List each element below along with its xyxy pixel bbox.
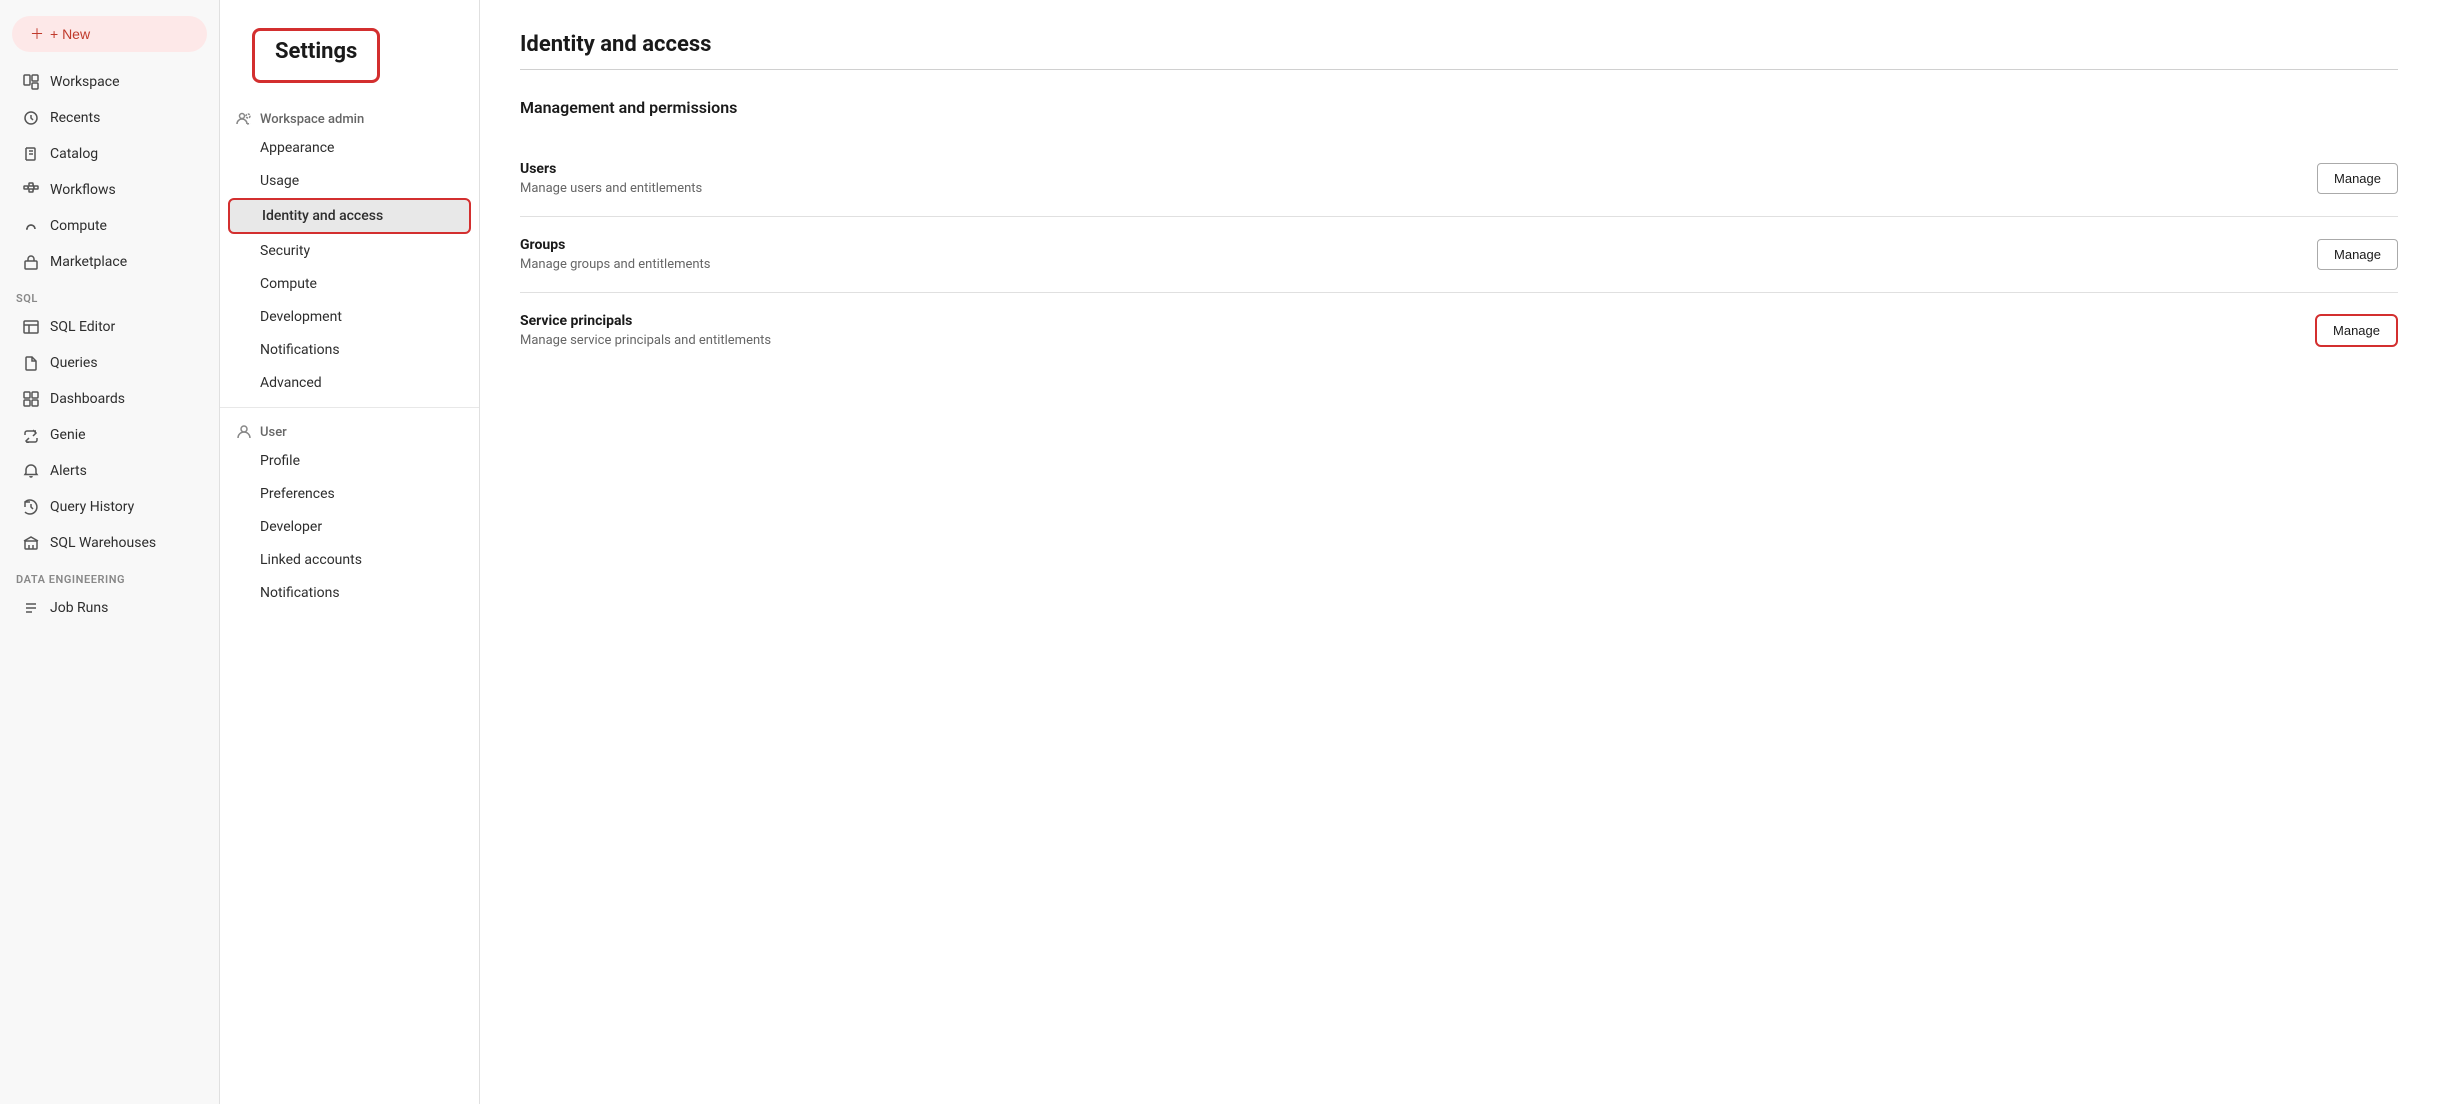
workspace-admin-header: Workspace admin [220,103,479,131]
user-icon [236,424,252,440]
service-principals-manage-button[interactable]: Manage [2315,314,2398,347]
new-button[interactable]: ＋ + New [12,16,207,52]
settings-panel: Settings Workspace admin Appearance Usag… [220,0,480,1104]
settings-nav-compute[interactable]: Compute [228,268,471,300]
doc-icon [22,354,40,372]
users-name: Users [520,161,702,177]
sidebar: ＋ + New Workspace Recents [0,0,220,1104]
groups-info: Groups Manage groups and entitlements [520,237,711,272]
bell-icon [22,462,40,480]
groups-manage-button[interactable]: Manage [2317,239,2398,270]
title-divider [520,69,2398,70]
sql-section-label: SQL [0,280,219,309]
sidebar-workspace-label: Workspace [50,74,120,90]
sidebar-recents-label: Recents [50,110,100,126]
groups-name: Groups [520,237,711,253]
users-desc: Manage users and entitlements [520,181,702,196]
settings-nav-security[interactable]: Security [228,235,471,267]
settings-nav-preferences[interactable]: Preferences [228,478,471,510]
settings-nav-notifications-user[interactable]: Notifications [228,577,471,609]
sidebar-catalog-label: Catalog [50,146,98,162]
service-principals-info: Service principals Manage service princi… [520,313,771,348]
sidebar-sql-editor-label: SQL Editor [50,319,115,335]
user-label: User [260,425,287,440]
workspace-admin-label: Workspace admin [260,112,364,127]
sidebar-item-sql-editor[interactable]: SQL Editor [6,310,213,344]
sidebar-item-alerts[interactable]: Alerts [6,454,213,488]
sidebar-marketplace-label: Marketplace [50,254,127,270]
cloud-icon [22,217,40,235]
workspace-admin-icon [236,111,252,127]
sidebar-alerts-label: Alerts [50,463,87,479]
sidebar-item-workflows[interactable]: Workflows [6,173,213,207]
settings-nav-usage[interactable]: Usage [228,165,471,197]
service-principals-row: Service principals Manage service princi… [520,293,2398,368]
flow-icon [22,181,40,199]
sidebar-item-genie[interactable]: Genie [6,418,213,452]
groups-row: Groups Manage groups and entitlements Ma… [520,217,2398,293]
sidebar-item-compute[interactable]: Compute [6,209,213,243]
settings-title: Settings [252,28,380,83]
sidebar-dashboards-label: Dashboards [50,391,125,407]
export-icon [22,426,40,444]
sidebar-sql-warehouses-label: SQL Warehouses [50,535,156,551]
sidebar-item-catalog[interactable]: Catalog [6,137,213,171]
settings-nav-developer[interactable]: Developer [228,511,471,543]
sidebar-item-job-runs[interactable]: Job Runs [6,591,213,625]
users-row: Users Manage users and entitlements Mana… [520,141,2398,217]
sidebar-job-runs-label: Job Runs [50,600,108,616]
users-info: Users Manage users and entitlements [520,161,702,196]
settings-nav-identity-and-access[interactable]: Identity and access [228,198,471,234]
settings-divider [220,407,479,408]
settings-nav-advanced[interactable]: Advanced [228,367,471,399]
sidebar-item-marketplace[interactable]: Marketplace [6,245,213,279]
table-icon [22,318,40,336]
grid-icon [22,73,40,91]
sidebar-workflows-label: Workflows [50,182,116,198]
settings-nav-notifications[interactable]: Notifications [228,334,471,366]
history-icon [22,498,40,516]
sidebar-item-recents[interactable]: Recents [6,101,213,135]
data-engineering-section-label: Data Engineering [0,561,219,590]
sidebar-query-history-label: Query History [50,499,134,515]
sidebar-item-query-history[interactable]: Query History [6,490,213,524]
sidebar-queries-label: Queries [50,355,98,371]
sidebar-compute-label: Compute [50,218,107,234]
sidebar-genie-label: Genie [50,427,86,443]
user-header: User [220,416,479,444]
settings-nav-development[interactable]: Development [228,301,471,333]
new-button-label: + New [50,26,90,42]
service-principals-name: Service principals [520,313,771,329]
section-subtitle: Management and permissions [520,98,2398,117]
page-title: Identity and access [520,32,2398,57]
sidebar-item-workspace[interactable]: Workspace [6,65,213,99]
sidebar-item-dashboards[interactable]: Dashboards [6,382,213,416]
list-icon [22,599,40,617]
groups-desc: Manage groups and entitlements [520,257,711,272]
settings-nav-appearance[interactable]: Appearance [228,132,471,164]
book-icon [22,145,40,163]
sidebar-item-queries[interactable]: Queries [6,346,213,380]
clock-icon [22,109,40,127]
settings-nav-profile[interactable]: Profile [228,445,471,477]
store-icon [22,253,40,271]
dashboard-icon [22,390,40,408]
settings-nav-linked-accounts[interactable]: Linked accounts [228,544,471,576]
users-manage-button[interactable]: Manage [2317,163,2398,194]
plus-icon: ＋ [30,24,44,44]
service-principals-desc: Manage service principals and entitlemen… [520,333,771,348]
warehouse-icon [22,534,40,552]
sidebar-item-sql-warehouses[interactable]: SQL Warehouses [6,526,213,560]
main-content: Identity and access Management and permi… [480,0,2438,1104]
